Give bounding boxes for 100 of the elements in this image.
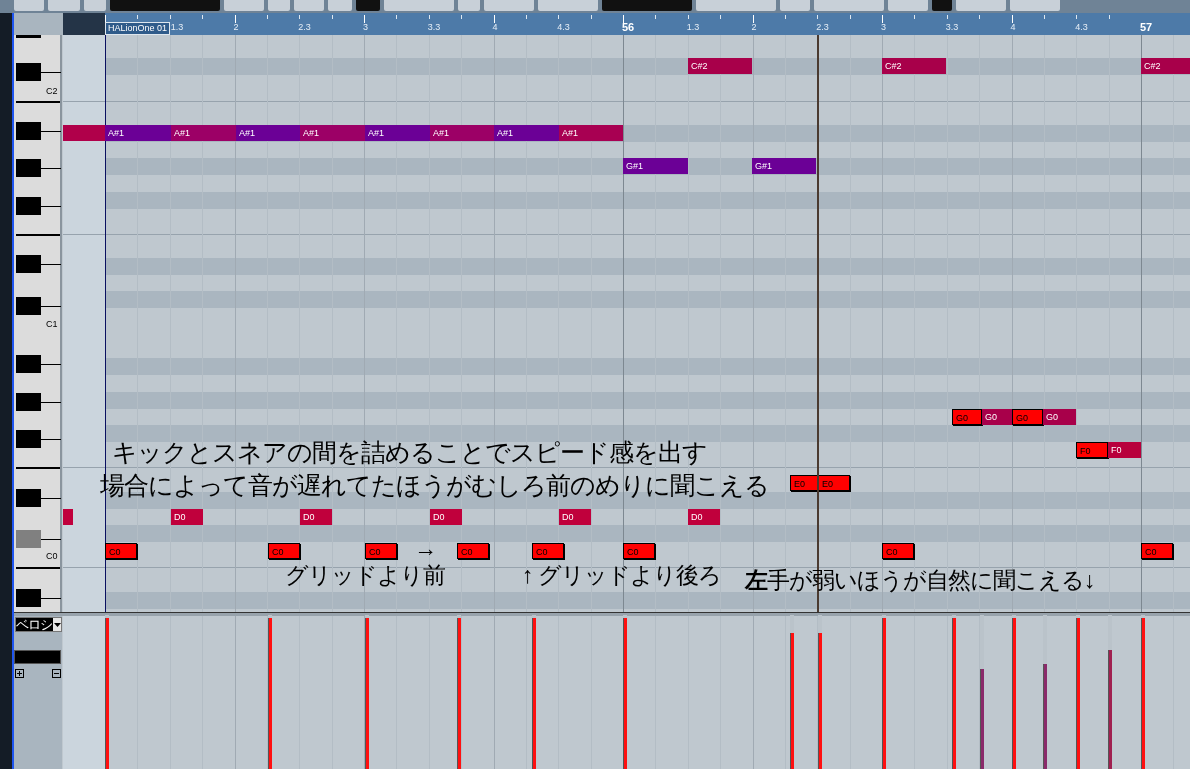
toolbar-button[interactable] bbox=[696, 0, 776, 11]
key-label: C1 bbox=[46, 319, 58, 330]
midi-note[interactable]: D0 bbox=[688, 509, 720, 525]
piano-key[interactable] bbox=[16, 489, 41, 507]
toolbar-button[interactable] bbox=[294, 0, 324, 11]
toolbar-button[interactable] bbox=[268, 0, 290, 11]
midi-note[interactable]: D0 bbox=[430, 509, 462, 525]
piano-key[interactable] bbox=[16, 589, 41, 607]
annotation-text: グリッドより前 bbox=[285, 562, 445, 590]
ruler-label: 56 bbox=[622, 22, 635, 33]
toolbar-button[interactable] bbox=[888, 0, 928, 11]
piano-key[interactable] bbox=[16, 430, 41, 448]
midi-note[interactable]: E0 bbox=[790, 475, 818, 491]
piano-key[interactable] bbox=[16, 159, 41, 177]
toolbar-button[interactable] bbox=[328, 0, 352, 11]
midi-note[interactable]: C0 bbox=[623, 543, 655, 559]
annotation-text: → bbox=[414, 535, 436, 563]
midi-note[interactable]: A#1 bbox=[105, 125, 171, 141]
midi-note[interactable] bbox=[63, 125, 105, 141]
piano-key[interactable] bbox=[16, 122, 41, 140]
midi-note[interactable]: A#1 bbox=[430, 125, 494, 141]
toolbar-button[interactable] bbox=[538, 0, 598, 11]
midi-note[interactable]: F0 bbox=[1076, 442, 1108, 458]
midi-note[interactable]: D0 bbox=[559, 509, 591, 525]
ruler-pre-roll bbox=[63, 13, 105, 35]
toolbar-button[interactable] bbox=[14, 0, 44, 11]
ruler-label: 3 bbox=[881, 22, 886, 33]
ruler-label: 1.3 bbox=[686, 22, 700, 33]
controller-dropdown[interactable]: ベロシ bbox=[15, 617, 62, 632]
midi-note[interactable]: G0 bbox=[1043, 409, 1076, 425]
piano-key[interactable] bbox=[16, 197, 41, 215]
midi-note[interactable]: C0 bbox=[1141, 543, 1173, 559]
plus-icon[interactable] bbox=[15, 669, 24, 678]
toolbar-button[interactable] bbox=[224, 0, 264, 11]
ruler-label: 4.3 bbox=[1075, 22, 1088, 33]
ruler-label: 2.3 bbox=[298, 22, 311, 33]
midi-note[interactable]: A#1 bbox=[300, 125, 365, 141]
midi-note[interactable]: C0 bbox=[105, 543, 137, 559]
midi-note[interactable]: D0 bbox=[300, 509, 332, 525]
midi-note[interactable]: A#1 bbox=[494, 125, 559, 141]
midi-note[interactable]: G0 bbox=[1012, 409, 1043, 425]
ruler-label: 3 bbox=[363, 22, 368, 33]
annotation-text: ↑ グリッドより後ろ bbox=[522, 562, 721, 590]
ruler-label: 4 bbox=[492, 22, 498, 33]
velocity-bar[interactable] bbox=[980, 668, 984, 769]
ruler-label: 2 bbox=[233, 22, 239, 33]
piano-key[interactable] bbox=[16, 63, 41, 81]
piano-key[interactable] bbox=[16, 393, 41, 411]
toolbar-button[interactable] bbox=[48, 0, 80, 11]
ruler-corner-panel bbox=[14, 13, 63, 35]
midi-note[interactable]: E0 bbox=[818, 475, 850, 491]
midi-note[interactable]: C0 bbox=[457, 543, 489, 559]
annotation-text: キックとスネアの間を詰めることでスピード感を出す bbox=[112, 437, 707, 467]
toolbar-button[interactable] bbox=[484, 0, 534, 11]
midi-note[interactable]: F0 bbox=[1108, 442, 1141, 458]
key-label: C2 bbox=[46, 86, 58, 97]
midi-note[interactable]: G0 bbox=[952, 409, 982, 425]
midi-note[interactable]: G#1 bbox=[752, 158, 816, 174]
toolbar-button[interactable] bbox=[956, 0, 1006, 11]
toolbar-button[interactable] bbox=[780, 0, 810, 11]
midi-note[interactable]: D0 bbox=[171, 509, 203, 525]
toolbar-button[interactable] bbox=[932, 0, 952, 11]
key-label: C0 bbox=[46, 551, 58, 562]
toolbar-button[interactable] bbox=[1010, 0, 1060, 11]
ruler-label: 1.3 bbox=[170, 22, 184, 33]
piano-key[interactable] bbox=[16, 297, 41, 315]
ruler-label: 3.3 bbox=[945, 22, 959, 33]
toolbar-button[interactable] bbox=[356, 0, 380, 11]
toolbar-button[interactable] bbox=[384, 0, 454, 11]
piano-key[interactable] bbox=[16, 355, 41, 373]
ruler-label: 4.3 bbox=[557, 22, 570, 33]
minus-icon[interactable] bbox=[52, 669, 61, 678]
toolbar-button[interactable] bbox=[458, 0, 480, 11]
midi-note[interactable] bbox=[63, 509, 73, 525]
pressed-key[interactable] bbox=[16, 530, 41, 548]
ruler-label: 2.3 bbox=[816, 22, 829, 33]
track-name-tag: HALionOne 01 bbox=[105, 22, 171, 35]
toolbar-button[interactable] bbox=[602, 0, 692, 11]
midi-note[interactable]: C0 bbox=[365, 543, 397, 559]
velocity-bar[interactable] bbox=[1108, 650, 1112, 769]
ruler-label: 57 bbox=[1140, 22, 1153, 33]
midi-note[interactable]: G0 bbox=[982, 409, 1012, 425]
midi-note[interactable]: C0 bbox=[268, 543, 300, 559]
toolbar-button[interactable] bbox=[84, 0, 106, 11]
midi-note[interactable]: C#2 bbox=[688, 58, 752, 74]
midi-note[interactable]: C0 bbox=[532, 543, 564, 559]
midi-note[interactable]: G#1 bbox=[623, 158, 688, 174]
ruler-label: 2 bbox=[751, 22, 757, 33]
midi-note[interactable]: C#2 bbox=[882, 58, 946, 74]
midi-note[interactable]: A#1 bbox=[236, 125, 300, 141]
midi-note[interactable]: C#2 bbox=[1141, 58, 1190, 74]
velocity-bar[interactable] bbox=[1043, 664, 1047, 769]
midi-note[interactable]: A#1 bbox=[365, 125, 430, 141]
toolbar-button[interactable] bbox=[110, 0, 220, 11]
midi-note[interactable]: C0 bbox=[882, 543, 914, 559]
piano-key[interactable] bbox=[16, 255, 41, 273]
toolbar-button[interactable] bbox=[814, 0, 884, 11]
ruler-label: 3.3 bbox=[427, 22, 441, 33]
midi-note[interactable]: A#1 bbox=[559, 125, 623, 141]
midi-note[interactable]: A#1 bbox=[171, 125, 236, 141]
